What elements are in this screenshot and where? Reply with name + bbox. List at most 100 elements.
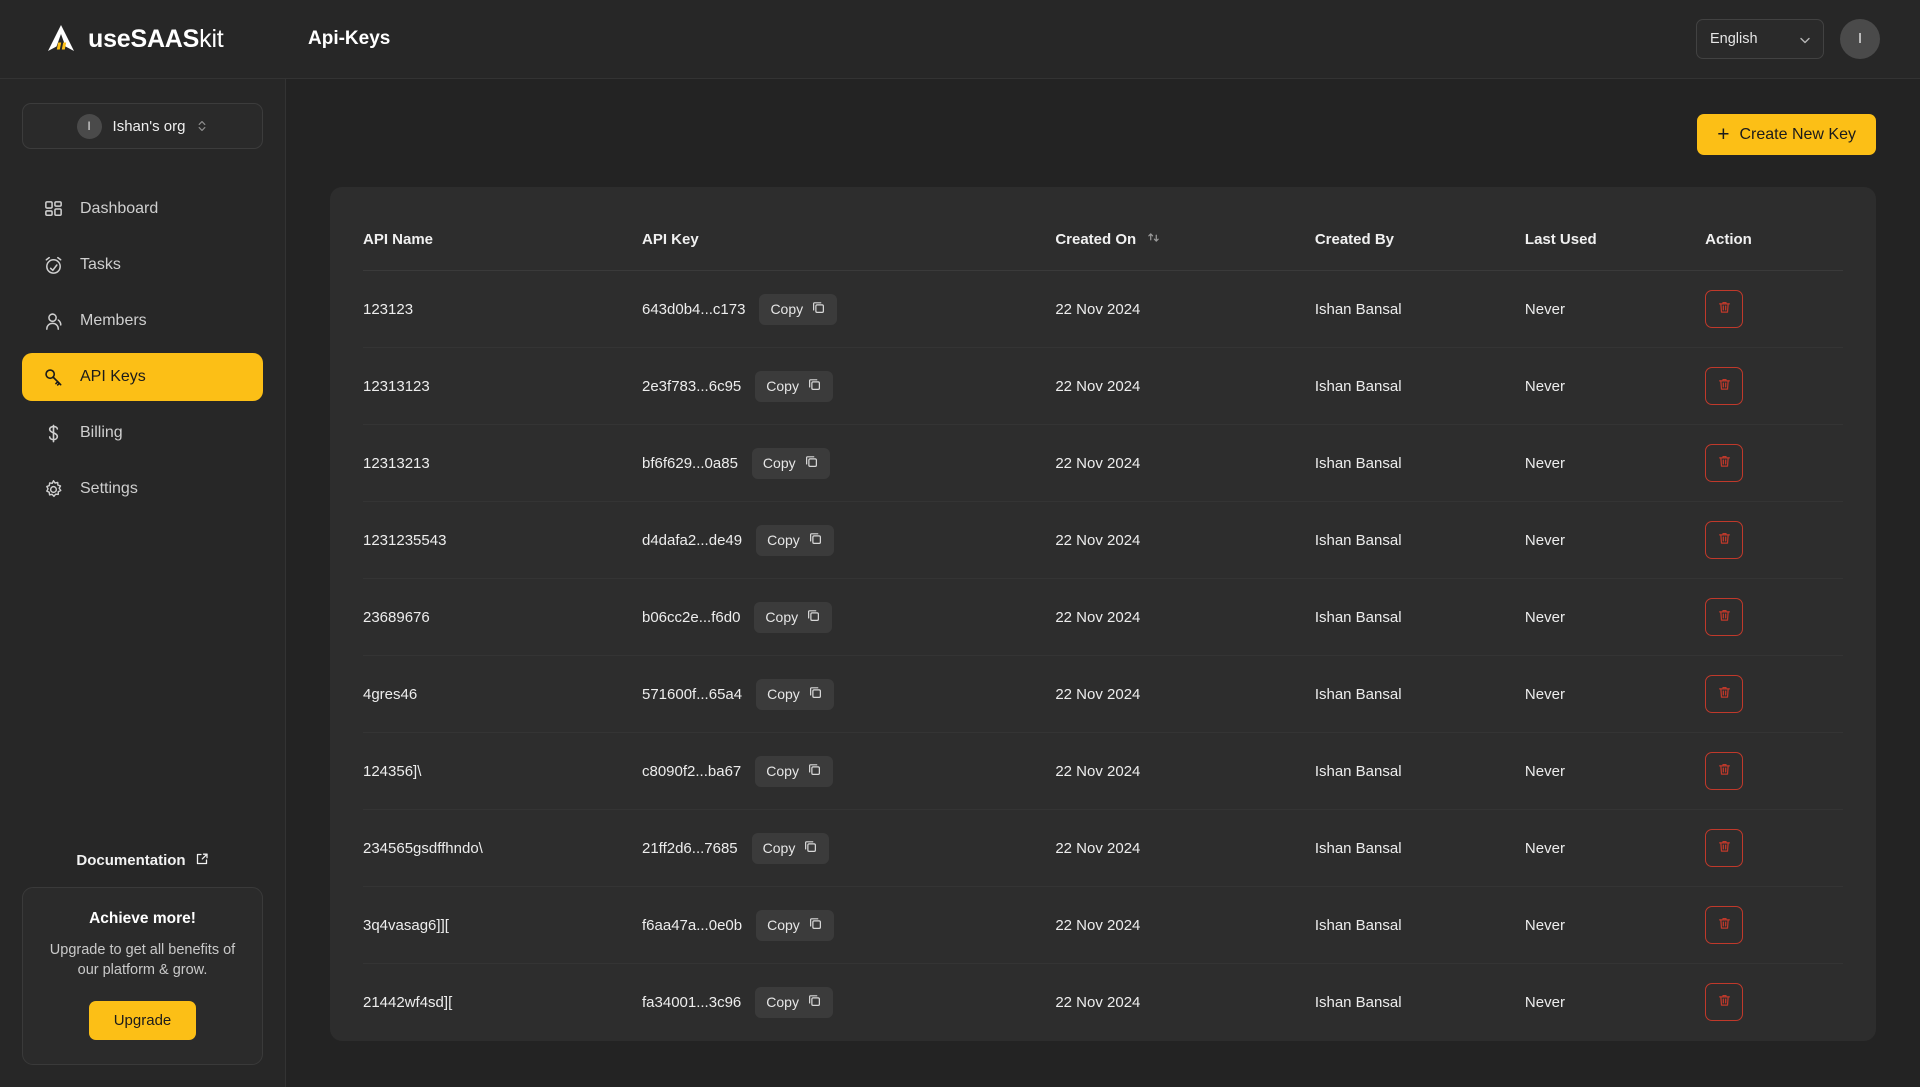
sidebar-item-api-keys[interactable]: API Keys [22, 353, 263, 401]
sidebar-item-dashboard[interactable]: Dashboard [22, 185, 263, 233]
copy-api-key-button[interactable]: Copy [754, 601, 833, 633]
gear-icon [42, 478, 64, 500]
copy-api-key-button[interactable]: Copy [756, 524, 834, 556]
created-on-value: 22 Nov 2024 [1055, 454, 1141, 472]
copy-api-key-button[interactable]: Copy [755, 370, 833, 402]
sidebar-item-label: Tasks [80, 256, 121, 273]
delete-api-key-button[interactable] [1705, 829, 1744, 867]
brand-wordmark: useSAASkit [88, 25, 224, 54]
sidebar-item-billing[interactable]: Billing [22, 409, 263, 457]
create-new-key-button[interactable]: + Create New Key [1697, 114, 1876, 155]
last-used-value: Never [1524, 762, 1565, 780]
column-header-created-on[interactable]: Created On [1055, 187, 1315, 271]
copy-button-label: Copy [766, 994, 799, 1011]
trash-icon [1717, 762, 1732, 780]
promo-title: Achieve more! [89, 909, 196, 927]
created-on-value: 22 Nov 2024 [1055, 300, 1141, 318]
api-name-value: 12313123 [363, 377, 430, 395]
delete-api-key-button[interactable] [1705, 906, 1744, 944]
delete-api-key-button[interactable] [1705, 675, 1744, 713]
key-icon [42, 366, 64, 388]
table-row: 234565gsdffhndo\ 21ff2d6...7685 Copy 22 Nov… [363, 809, 1843, 887]
copy-api-key-button[interactable]: Copy [751, 447, 830, 479]
last-used-value: Never [1524, 839, 1565, 857]
delete-api-key-button[interactable] [1705, 752, 1744, 790]
dollar-icon [42, 422, 64, 444]
copy-icon [808, 685, 823, 703]
cell-api-name: 12313123 [363, 347, 642, 425]
sidebar-item-label: Settings [80, 480, 138, 497]
created-on-value: 22 Nov 2024 [1055, 685, 1141, 703]
cell-api-name: 124356]\ [363, 732, 642, 810]
copy-button-label: Copy [770, 301, 804, 317]
copy-api-key-button[interactable]: Copy [756, 909, 834, 941]
created-by-value: Ishan Bansal [1314, 916, 1402, 934]
created-by-value: Ishan Bansal [1314, 993, 1402, 1011]
copy-api-key-button[interactable]: Copy [759, 293, 838, 325]
copy-api-key-button[interactable]: Copy [756, 678, 834, 710]
upgrade-button[interactable]: Upgrade [88, 1001, 197, 1040]
documentation-link[interactable]: Documentation [22, 852, 263, 870]
api-key-value: bf6f629...0a85 [642, 454, 738, 472]
language-select[interactable]: English [1696, 19, 1824, 59]
copy-icon [807, 377, 822, 395]
last-used-value: Never [1524, 685, 1565, 703]
top-bar-actions: English I [1696, 19, 1920, 59]
api-key-value: 571600f...65a4 [642, 685, 743, 703]
cell-last-used: Never [1524, 732, 1706, 810]
trash-icon [1717, 608, 1732, 626]
sort-updown-icon[interactable] [1147, 231, 1160, 248]
copy-icon [808, 916, 823, 934]
column-header-label: API Key [642, 231, 699, 248]
api-keys-table: API Name API Key Created On Created By L… [363, 187, 1843, 1041]
cell-last-used: Never [1524, 886, 1706, 964]
api-name-value: 21442wf4sd][ [363, 993, 453, 1011]
cell-created-on: 22 Nov 2024 [1055, 578, 1315, 656]
delete-api-key-button[interactable] [1705, 444, 1744, 482]
org-switcher[interactable]: I Ishan's org [22, 103, 263, 149]
trash-icon [1717, 454, 1732, 472]
api-name-value: 23689676 [363, 608, 430, 626]
created-on-value: 22 Nov 2024 [1055, 762, 1141, 780]
cell-created-on: 22 Nov 2024 [1055, 347, 1315, 425]
language-select-value: English [1710, 31, 1758, 47]
copy-icon [804, 454, 819, 472]
sidebar-item-tasks[interactable]: Tasks [22, 241, 263, 289]
app-root: useSAASkit Api-Keys English I I Ishan's … [0, 0, 1920, 1087]
main-content: + Create New Key API Name API Key Create… [286, 79, 1920, 1087]
delete-api-key-button[interactable] [1705, 983, 1744, 1022]
copy-button-label: Copy [767, 532, 800, 548]
cell-api-key: 2e3f783...6c95 Copy [642, 347, 1056, 425]
cell-created-by: Ishan Bansal [1314, 270, 1525, 348]
created-by-value: Ishan Bansal [1314, 839, 1402, 857]
copy-api-key-button[interactable]: Copy [755, 755, 833, 787]
column-header-api-key: API Key [642, 187, 1056, 271]
cell-api-key: 21ff2d6...7685 Copy [642, 809, 1056, 887]
documentation-label: Documentation [76, 852, 186, 870]
copy-api-key-button[interactable]: Copy [751, 832, 830, 864]
cell-created-on: 22 Nov 2024 [1055, 270, 1315, 348]
sidebar-item-settings[interactable]: Settings [22, 465, 263, 513]
cell-created-by: Ishan Bansal [1315, 964, 1525, 1041]
upgrade-promo-card: Achieve more! Upgrade to get all benefit… [22, 886, 263, 1065]
sidebar-item-members[interactable]: Members [22, 297, 263, 345]
created-on-value: 22 Nov 2024 [1055, 377, 1141, 395]
copy-icon [811, 300, 826, 318]
org-name: Ishan's org [112, 117, 186, 135]
delete-api-key-button[interactable] [1705, 290, 1744, 328]
column-header-last-used: Last Used [1524, 187, 1706, 271]
delete-api-key-button[interactable] [1705, 598, 1744, 636]
delete-api-key-button[interactable] [1705, 521, 1744, 559]
last-used-value: Never [1524, 377, 1565, 395]
copy-icon [803, 839, 818, 857]
user-avatar[interactable]: I [1840, 19, 1880, 59]
cell-created-on: 22 Nov 2024 [1055, 809, 1315, 887]
delete-api-key-button[interactable] [1705, 367, 1744, 405]
user-icon [42, 310, 64, 332]
api-keys-card: API Name API Key Created On Created By L… [330, 187, 1876, 1041]
brand-logo[interactable]: useSAASkit [0, 0, 286, 78]
copy-icon [806, 608, 821, 626]
table-row: 3q4vasag6]][f6aa47a...0e0b Copy 22 Nov 202… [363, 886, 1843, 964]
copy-api-key-button[interactable]: Copy [755, 986, 833, 1018]
copy-button-label: Copy [767, 917, 800, 933]
